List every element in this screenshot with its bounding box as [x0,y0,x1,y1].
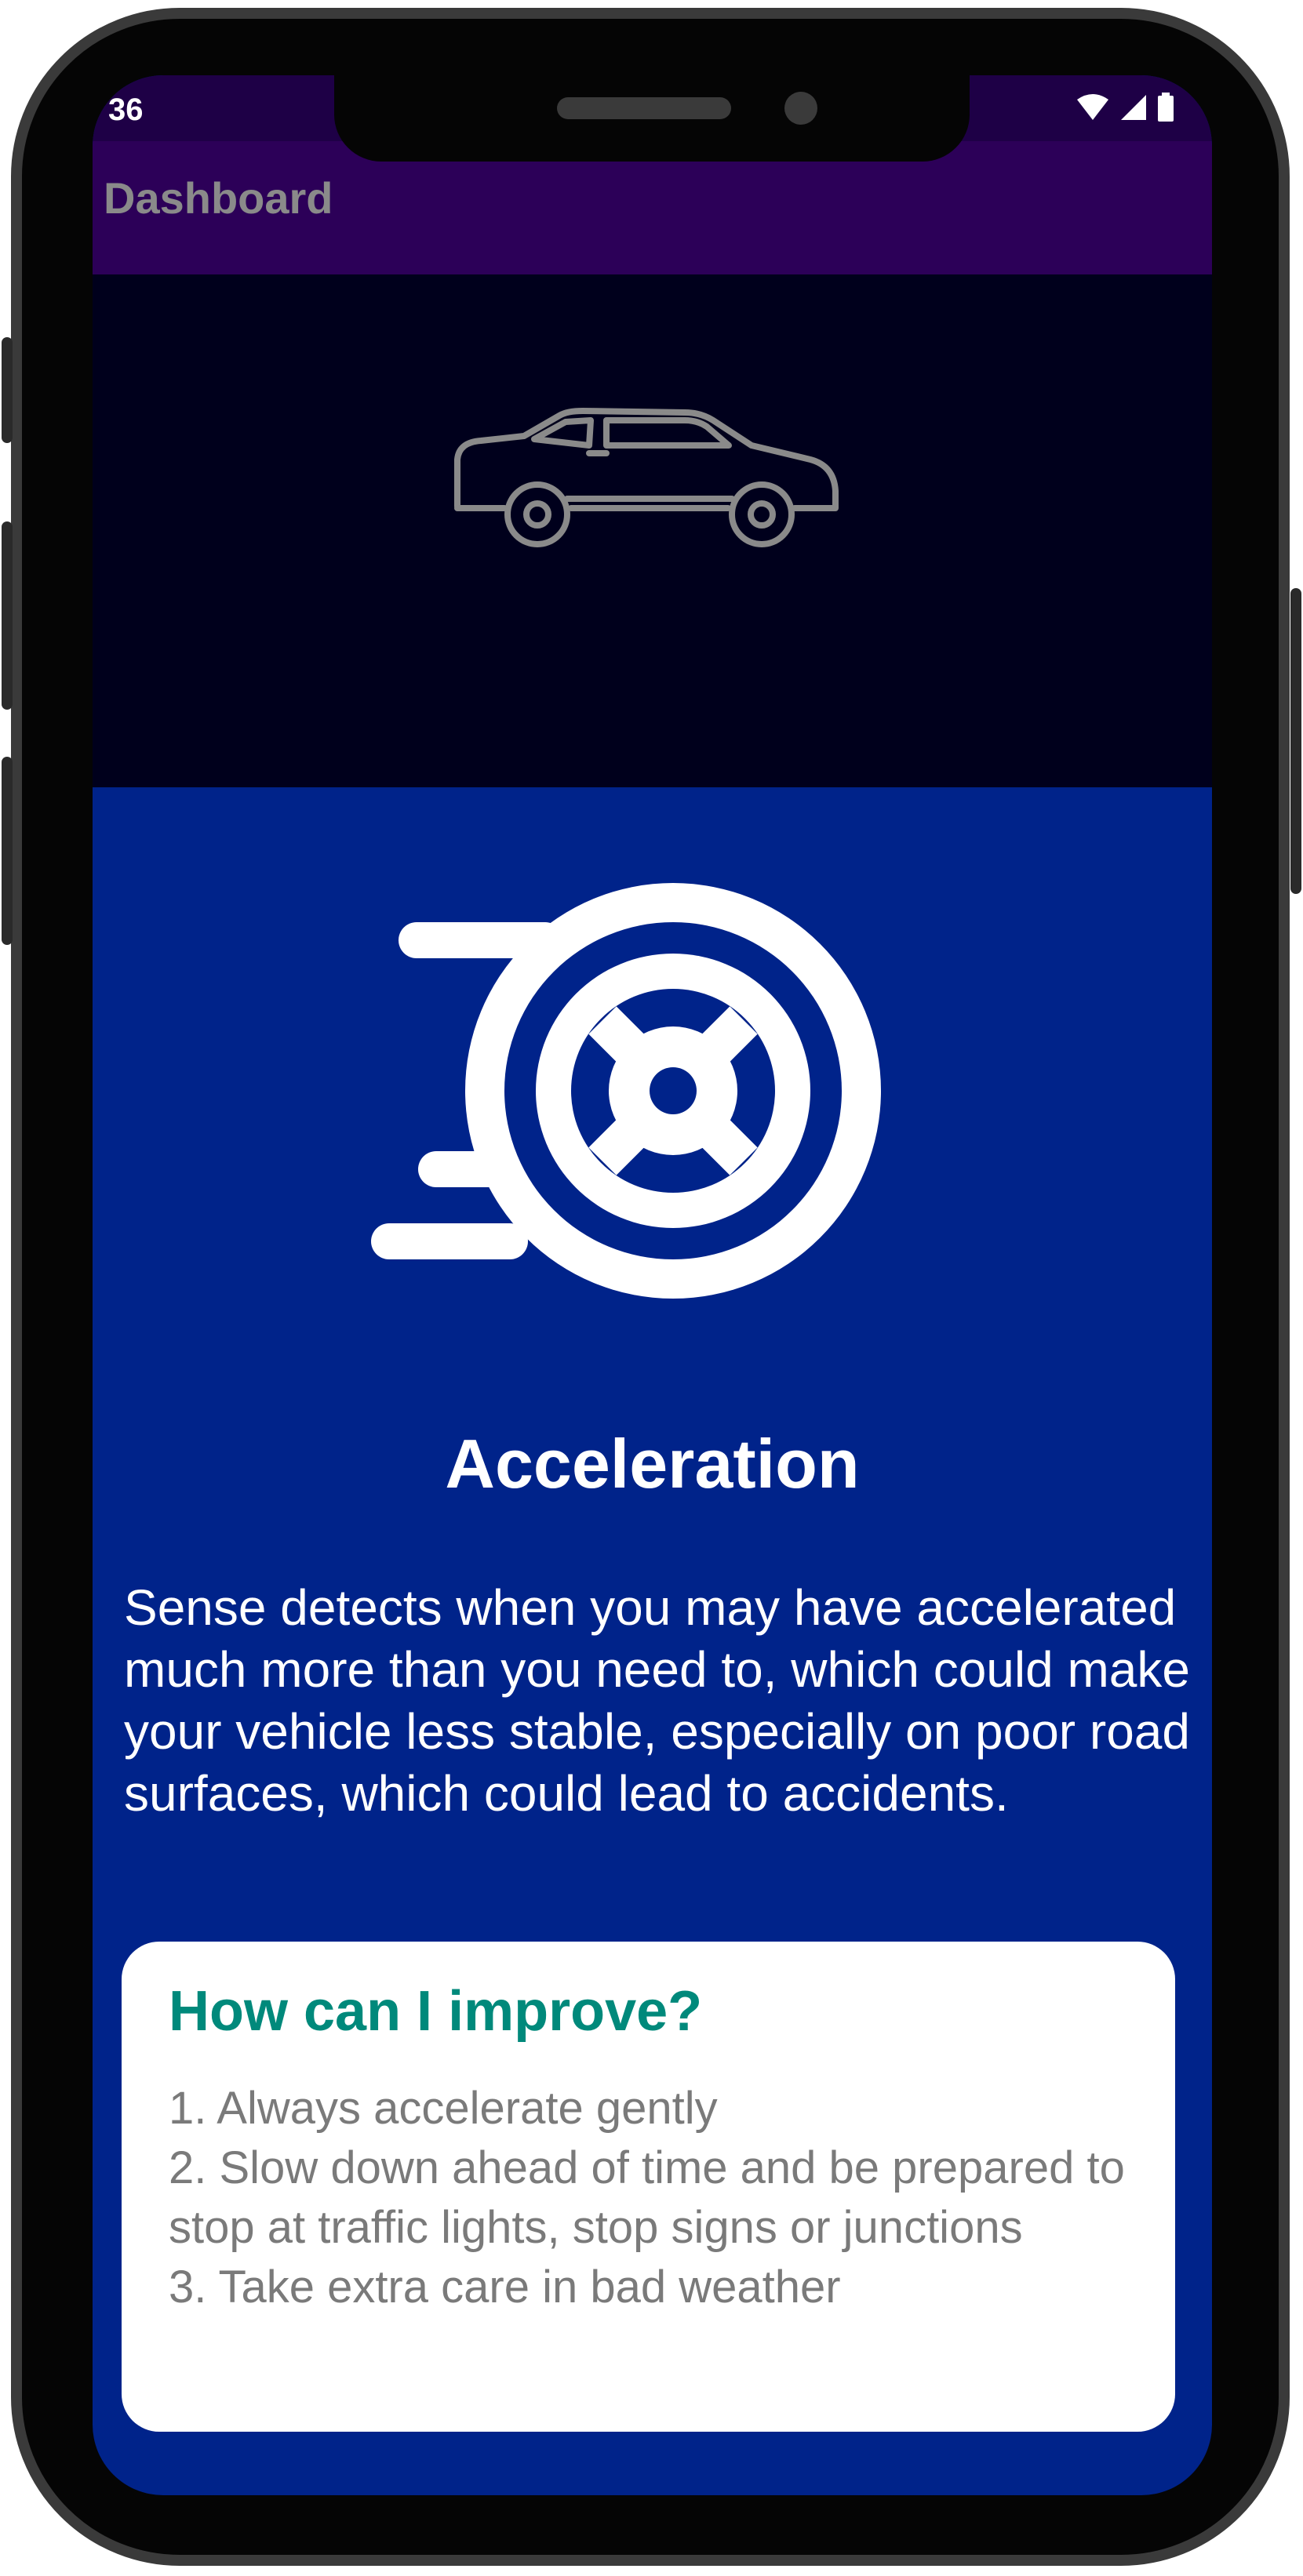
phone-screen: 36 Dashboard Acceleration Sense detects … [93,75,1212,2495]
front-camera [784,92,817,125]
tips-card-title: How can I improve? [169,1980,703,2043]
speaker-grille [557,97,731,119]
side-button-right [1290,588,1301,894]
tip-item: 2. Slow down ahead of time and be prepar… [169,2142,1125,2253]
car-icon [454,408,839,547]
side-button-left-2 [2,521,13,710]
tip-item: 1. Always accelerate gently [169,2083,718,2134]
status-time: 36 [108,93,144,127]
side-button-left-1 [2,337,13,443]
status-icons [1076,93,1174,122]
app-bar-title: Dashboard [104,173,333,223]
accelerating-wheel-icon [371,883,881,1299]
section-title: Acceleration [445,1425,860,1502]
battery-icon [1158,93,1174,122]
tips-list: 1. Always accelerate gently 2. Slow down… [169,2079,1149,2317]
signal-icon [1121,95,1146,120]
tip-item: 3. Take extra care in bad weather [169,2262,841,2313]
side-button-left-3 [2,757,13,945]
tips-card: How can I improve? 1. Always accelerate … [122,1942,1175,2432]
section-description: Sense detects when you may have accelera… [124,1579,1190,1822]
wifi-icon [1077,94,1108,120]
